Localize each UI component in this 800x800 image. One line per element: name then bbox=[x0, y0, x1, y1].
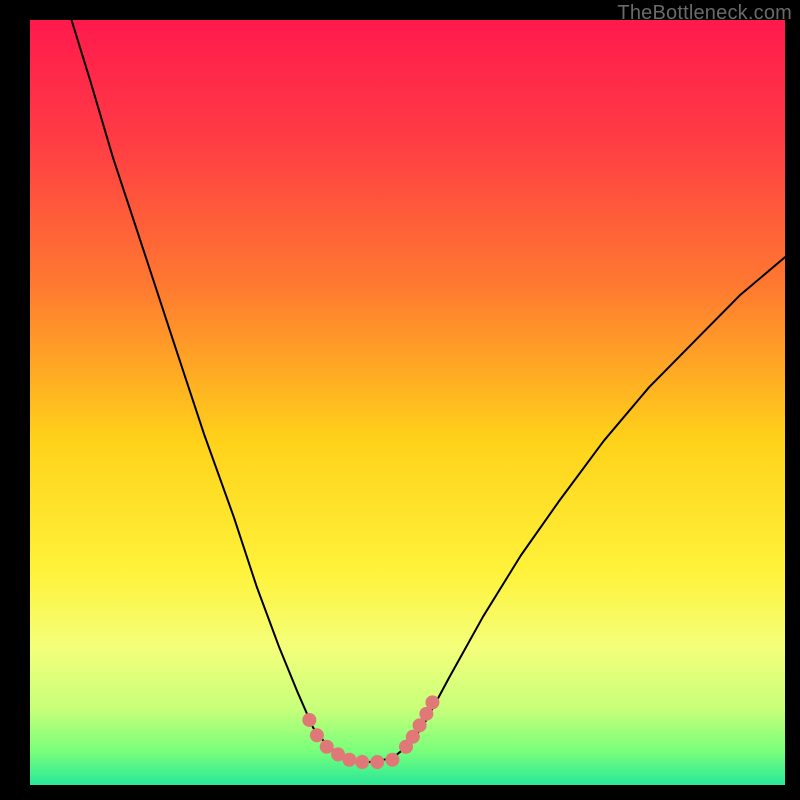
left-dotted-marker-dot bbox=[302, 713, 316, 727]
chart-svg bbox=[30, 20, 785, 785]
plot-area bbox=[30, 20, 785, 785]
left-dotted-marker-dot bbox=[310, 728, 324, 742]
gradient-background bbox=[30, 20, 785, 785]
left-dotted-marker-dot bbox=[385, 753, 399, 767]
left-dotted-marker-dot bbox=[370, 755, 384, 769]
frame: TheBottleneck.com bbox=[0, 0, 800, 800]
right-dotted-marker-dot bbox=[425, 695, 439, 709]
left-dotted-marker-dot bbox=[342, 753, 356, 767]
left-dotted-marker-dot bbox=[355, 755, 369, 769]
